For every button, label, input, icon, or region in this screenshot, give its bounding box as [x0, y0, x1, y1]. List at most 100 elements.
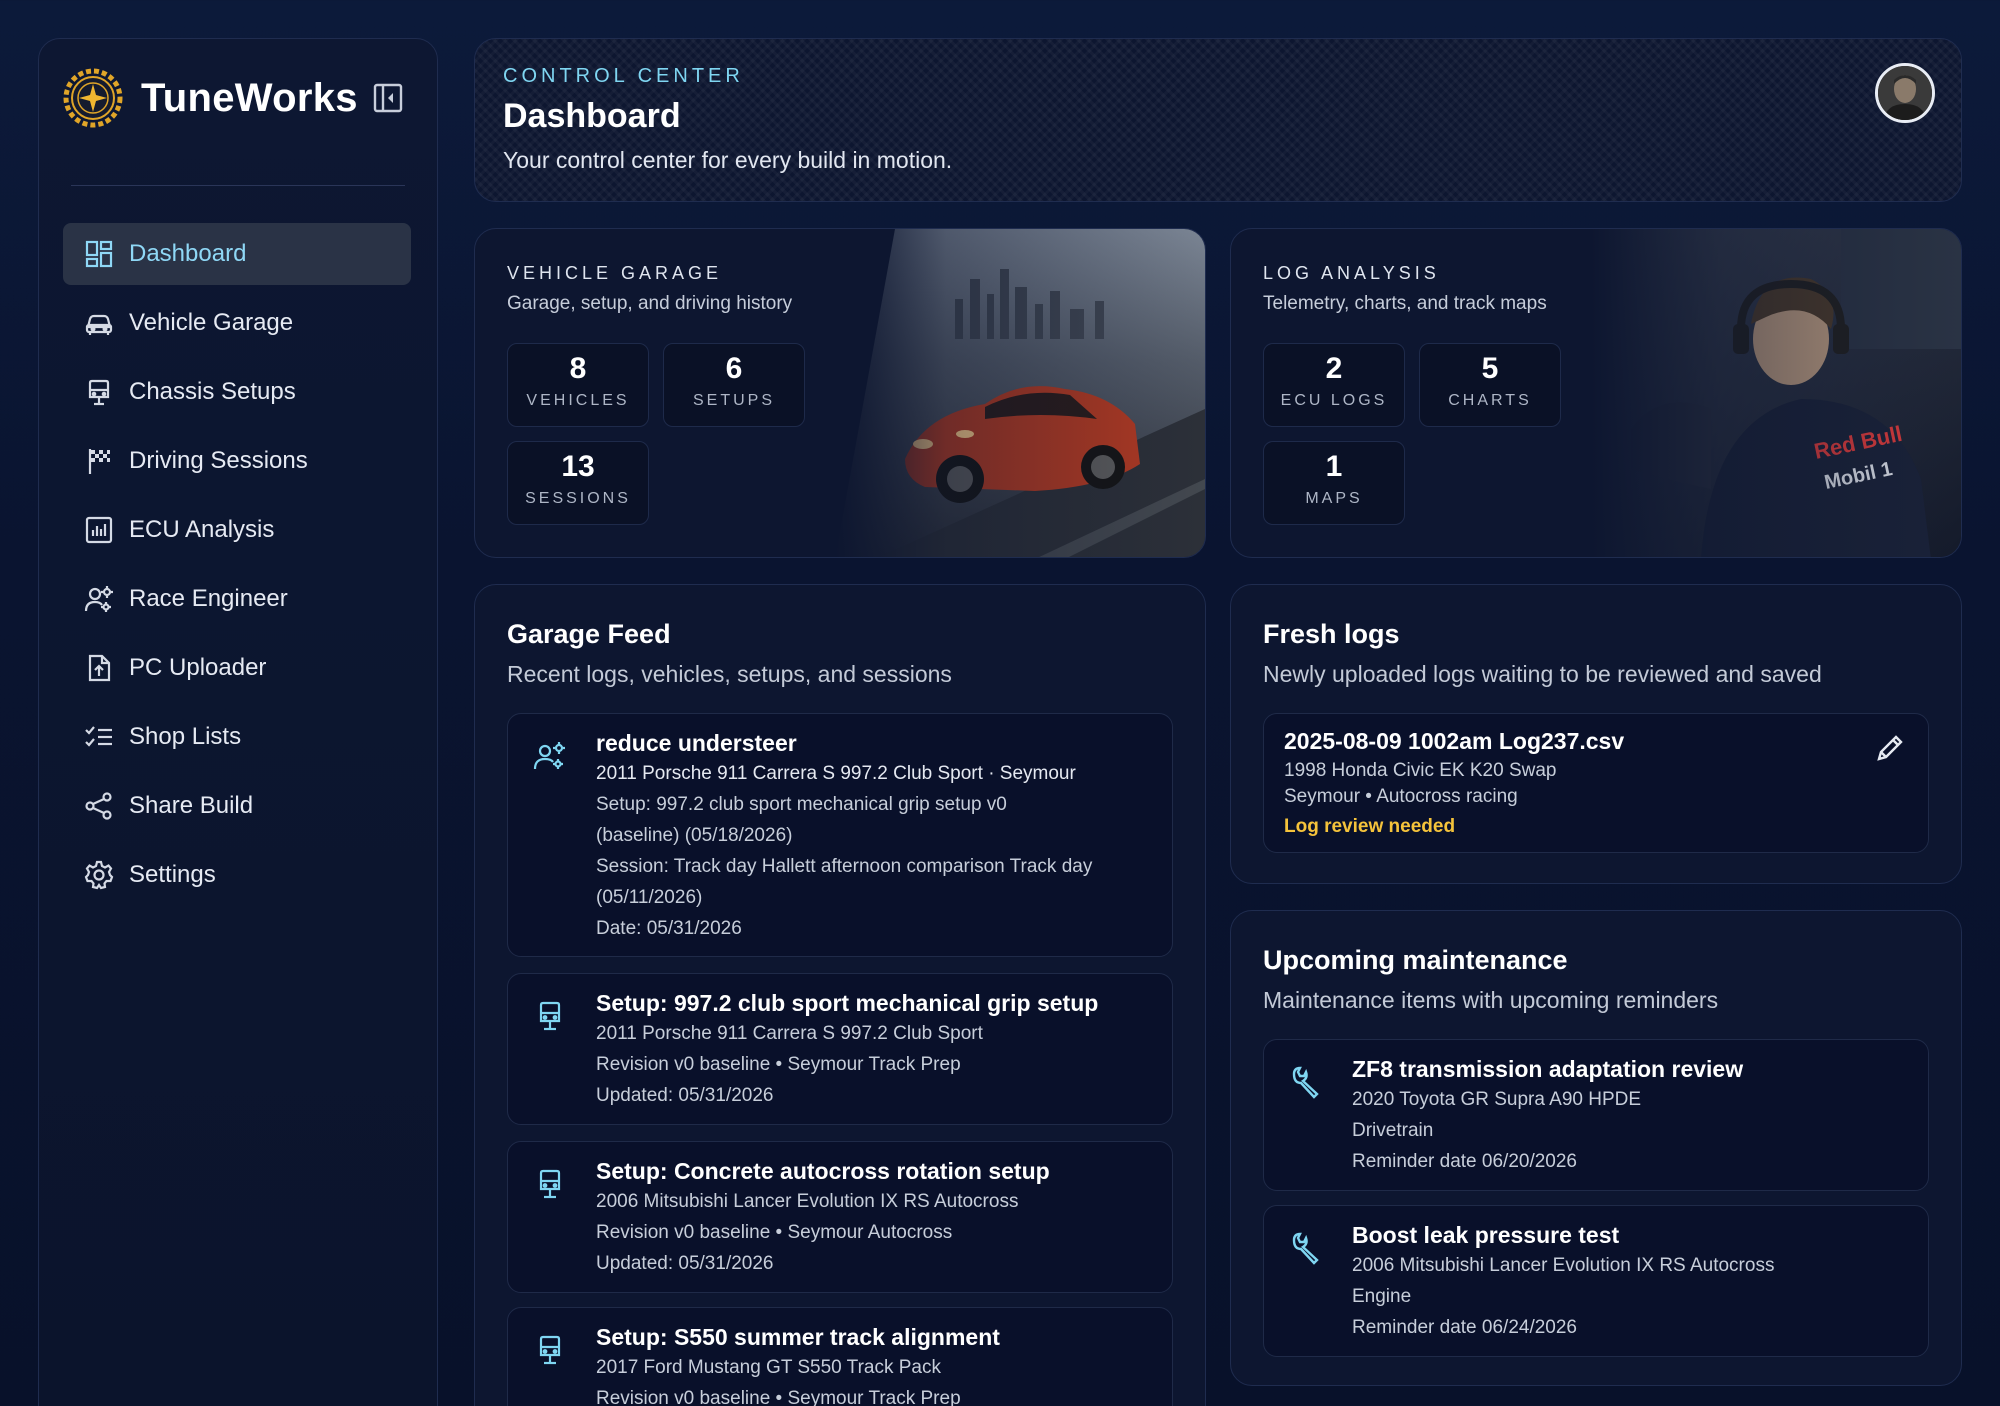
sidebar-item-shop-lists[interactable]: Shop Lists	[63, 706, 411, 768]
share-icon	[83, 790, 115, 822]
log-status-badge: Log review needed	[1284, 816, 1456, 837]
sidebar-item-label: Settings	[129, 861, 216, 888]
sidebar-item-ecu-analysis[interactable]: ECU Analysis	[63, 499, 411, 561]
garage-feed-title: Garage Feed	[507, 619, 671, 649]
sidebar-item-label: Share Build	[129, 792, 254, 819]
feed-item-title: Setup: Concrete autocross rotation setup	[596, 1158, 1050, 1184]
feed-item[interactable]: reduce understeer 2011 Porsche 911 Carre…	[507, 713, 1173, 957]
feed-item-line: 2011 Porsche 911 Carrera S 997.2 Club Sp…	[596, 1023, 983, 1044]
stat-value: 6	[725, 352, 743, 385]
collapse-sidebar-icon[interactable]	[372, 82, 404, 114]
fresh-log-entry[interactable]: 2025-08-09 1002am Log237.csv 1998 Honda …	[1263, 713, 1929, 853]
stat-sessions[interactable]: 13 SESSIONS	[507, 441, 649, 525]
garage-feed-card: Garage Feed Recent logs, vehicles, setup…	[474, 584, 1206, 1406]
sidebar-item-label: Shop Lists	[129, 723, 242, 750]
sidebar-item-race-engineer[interactable]: Race Engineer	[63, 568, 411, 630]
chassis-icon	[539, 1335, 561, 1365]
maintenance-item-line: 2020 Toyota GR Supra A90 HPDE	[1352, 1089, 1642, 1110]
feed-item-line: 2017 Ford Mustang GT S550 Track Pack	[596, 1357, 941, 1378]
sidebar-item-label: Vehicle Garage	[129, 309, 294, 336]
avatar[interactable]	[1875, 63, 1935, 123]
fresh-logs-subtitle: Newly uploaded logs waiting to be review…	[1263, 661, 1822, 687]
stat-vehicles[interactable]: 8 VEHICLES	[507, 343, 649, 427]
log-analysis-card[interactable]: Red Bull Mobil 1 LOG ANALYSIS Telemetry,…	[1230, 228, 1962, 558]
sidebar-item-label: Race Engineer	[129, 585, 288, 612]
chart-icon	[83, 514, 115, 546]
logs-subtitle: Telemetry, charts, and track maps	[1263, 293, 1547, 314]
feed-item[interactable]: Setup: S550 summer track alignment 2017 …	[507, 1307, 1173, 1406]
brand: TuneWorks	[63, 63, 404, 133]
chassis-icon	[539, 1169, 561, 1199]
feed-item[interactable]: Setup: 997.2 club sport mechanical grip …	[507, 973, 1173, 1125]
feed-item-line: Date: 05/31/2026	[596, 918, 742, 939]
sidebar-item-dashboard[interactable]: Dashboard	[63, 223, 411, 285]
maintenance-item-line: Reminder date 06/24/2026	[1352, 1317, 1577, 1338]
sidebar-item-settings[interactable]: Settings	[63, 844, 411, 906]
sidebar-item-vehicle-garage[interactable]: Vehicle Garage	[63, 292, 411, 354]
gear-icon	[83, 859, 115, 891]
log-context: Seymour • Autocross racing	[1284, 786, 1518, 807]
stat-maps[interactable]: 1 MAPS	[1263, 441, 1405, 525]
engineer-icon	[533, 742, 565, 770]
sidebar-item-label: Dashboard	[129, 240, 247, 267]
stat-label: MAPS	[1305, 490, 1363, 507]
maintenance-subtitle: Maintenance items with upcoming reminder…	[1263, 987, 1719, 1013]
sidebar-item-chassis-setups[interactable]: Chassis Setups	[63, 361, 411, 423]
feed-item-line: 2006 Mitsubishi Lancer Evolution IX RS A…	[596, 1191, 1019, 1212]
fresh-logs-title: Fresh logs	[1263, 619, 1400, 649]
maintenance-card: Upcoming maintenance Maintenance items w…	[1230, 910, 1962, 1386]
chassis-icon	[83, 376, 115, 408]
checklist-icon	[83, 721, 115, 753]
stat-value: 13	[561, 450, 595, 483]
page-subtitle: Your control center for every build in m…	[503, 147, 953, 173]
maintenance-item-line: Drivetrain	[1352, 1120, 1434, 1141]
maintenance-item-line: Reminder date 06/20/2026	[1352, 1151, 1577, 1172]
stat-label: SESSIONS	[525, 490, 631, 507]
feed-item-line: Revision v0 baseline • Seymour Autocross	[596, 1222, 953, 1243]
garage-subtitle: Garage, setup, and driving history	[507, 293, 793, 314]
fresh-logs-card: Fresh logs Newly uploaded logs waiting t…	[1230, 584, 1962, 884]
maintenance-item-line: 2006 Mitsubishi Lancer Evolution IX RS A…	[1352, 1255, 1775, 1276]
stat-setups[interactable]: 6 SETUPS	[663, 343, 805, 427]
stat-ecu-logs[interactable]: 2 ECU LOGS	[1263, 343, 1405, 427]
maintenance-title: Upcoming maintenance	[1263, 945, 1568, 975]
sidebar-item-driving-sessions[interactable]: Driving Sessions	[63, 430, 411, 492]
feed-item-title: Setup: S550 summer track alignment	[596, 1324, 1000, 1350]
stat-value: 1	[1325, 450, 1343, 483]
stat-label: ECU LOGS	[1280, 392, 1388, 409]
car-icon	[83, 307, 115, 339]
feed-item-line: Updated: 05/31/2026	[596, 1085, 774, 1106]
stat-charts[interactable]: 5 CHARTS	[1419, 343, 1561, 427]
feed-item-title: Setup: 997.2 club sport mechanical grip …	[596, 990, 1099, 1016]
garage-feed-subtitle: Recent logs, vehicles, setups, and sessi…	[507, 661, 952, 687]
brand-logo-icon	[63, 68, 123, 128]
feed-item[interactable]: Setup: Concrete autocross rotation setup…	[507, 1141, 1173, 1293]
garage-eyebrow: VEHICLE GARAGE	[507, 263, 723, 283]
wrench-icon	[1292, 1066, 1319, 1099]
sidebar-item-share-build[interactable]: Share Build	[63, 775, 411, 837]
page-title: Dashboard	[503, 97, 681, 135]
maintenance-item[interactable]: Boost leak pressure test 2006 Mitsubishi…	[1263, 1205, 1929, 1357]
edit-pencil-icon[interactable]	[1874, 732, 1906, 764]
sidebar-item-pc-uploader[interactable]: PC Uploader	[63, 637, 411, 699]
stat-label: SETUPS	[692, 392, 775, 409]
stat-label: VEHICLES	[526, 392, 630, 409]
page-header: CONTROL CENTER Dashboard Your control ce…	[474, 38, 1962, 202]
maintenance-item-line: Engine	[1352, 1286, 1412, 1307]
feed-item-line: Setup: 997.2 club sport mechanical grip …	[596, 794, 1007, 815]
sidebar-nav: Dashboard Vehicle Garage Chassis Setups …	[63, 185, 411, 906]
feed-item-line: Revision v0 baseline • Seymour Track Pre…	[596, 1388, 961, 1406]
engineer-icon	[83, 583, 115, 615]
stat-value: 5	[1481, 352, 1499, 385]
chassis-icon	[539, 1001, 561, 1031]
feed-item-line: Session: Track day Hallett afternoon com…	[596, 856, 1093, 877]
sidebar: TuneWorks Dashboard Vehicle Garage Chass…	[38, 38, 438, 1406]
checkered-flag-icon	[83, 445, 115, 477]
feed-item-line: Updated: 05/31/2026	[596, 1253, 774, 1274]
maintenance-item[interactable]: ZF8 transmission adaptation review 2020 …	[1263, 1039, 1929, 1191]
garage-car-photo	[835, 229, 1205, 557]
feed-item-line: Revision v0 baseline • Seymour Track Pre…	[596, 1054, 961, 1075]
sidebar-item-label: Chassis Setups	[129, 378, 296, 405]
vehicle-garage-card[interactable]: VEHICLE GARAGE Garage, setup, and drivin…	[474, 228, 1206, 558]
stat-value: 2	[1325, 352, 1343, 385]
